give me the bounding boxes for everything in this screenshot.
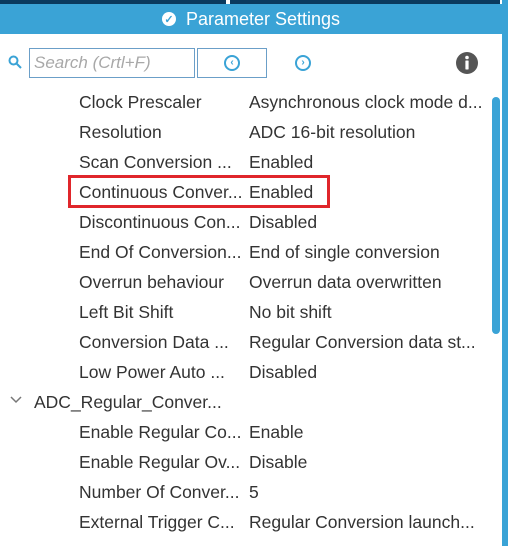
parameter-row[interactable]: External Trigger C... Regular Conversion… <box>0 507 490 537</box>
check-circle-icon: ✓ <box>161 12 176 26</box>
parameter-row[interactable]: Left Bit Shift No bit shift <box>0 297 490 327</box>
parameter-name: Enable Regular Co... <box>79 422 242 442</box>
parameter-value[interactable]: Enabled <box>249 182 489 203</box>
parameter-value[interactable]: End of single conversion <box>249 242 489 263</box>
parameter-row[interactable]: Discontinuous Con... Disabled <box>0 207 490 237</box>
parameter-name: Number Of Conver... <box>79 482 240 502</box>
parameter-name: Scan Conversion ... <box>79 152 232 172</box>
parameter-row[interactable]: Overrun behaviour Overrun data overwritt… <box>0 267 490 297</box>
parameter-name: Clock Prescaler <box>79 92 202 112</box>
parameter-settings-tab[interactable]: ✓ Parameter Settings <box>0 4 502 34</box>
parameter-row[interactable]: Scan Conversion ... Enabled <box>0 147 490 177</box>
parameter-value[interactable]: Regular Conversion data st... <box>249 332 489 353</box>
parameter-name: Left Bit Shift <box>79 302 174 322</box>
parameter-name: Continuous Conver... <box>79 182 243 202</box>
parameter-name: External Trigger C... <box>79 512 235 532</box>
parameter-row[interactable]: Enable Regular Co... Enable <box>0 417 490 447</box>
group-name: ADC_Regular_Conver... <box>34 392 222 412</box>
next-match-button[interactable]: › <box>293 53 313 73</box>
parameter-value[interactable]: Disabled <box>249 212 489 233</box>
parameter-value[interactable]: Enabled <box>249 152 489 173</box>
parameter-value[interactable]: Regular Conversion launch... <box>249 512 489 533</box>
parameter-value[interactable]: ADC 16-bit resolution <box>249 122 489 143</box>
panel-edge <box>502 0 508 546</box>
group-header-adc-regular-conversion[interactable]: ADC_Regular_Conver... <box>0 387 490 417</box>
parameter-value[interactable]: No bit shift <box>249 302 489 323</box>
parameter-name: Resolution <box>79 122 162 142</box>
parameter-value[interactable]: 5 <box>249 482 489 503</box>
tab-title: Parameter Settings <box>185 8 341 29</box>
parameter-row[interactable]: Conversion Data ... Regular Conversion d… <box>0 327 490 357</box>
scrollbar-thumb[interactable] <box>492 97 500 334</box>
previous-match-button[interactable]: ‹ <box>197 48 267 78</box>
search-input[interactable] <box>29 48 195 78</box>
parameter-name: End Of Conversion... <box>79 242 242 262</box>
parameter-value[interactable]: Asynchronous clock mode d... <box>249 92 489 113</box>
parameter-row[interactable]: End Of Conversion... End of single conve… <box>0 237 490 267</box>
toolbar: ‹ › <box>0 44 508 84</box>
parameter-value[interactable]: Disable <box>249 452 489 473</box>
parameter-row[interactable]: Clock Prescaler Asynchronous clock mode … <box>0 87 490 117</box>
circle-arrow-left-icon: ‹ <box>224 55 240 71</box>
parameter-list: Clock Prescaler Asynchronous clock mode … <box>0 87 490 537</box>
parameter-name: Discontinuous Con... <box>79 212 241 232</box>
parameter-row[interactable]: Low Power Auto ... Disabled <box>0 357 490 387</box>
parameter-name: Enable Regular Ov... <box>79 452 241 472</box>
parameter-value[interactable]: Enable <box>249 422 489 443</box>
parameter-row[interactable]: Resolution ADC 16-bit resolution <box>0 117 490 147</box>
parameter-row[interactable]: Enable Regular Ov... Disable <box>0 447 490 477</box>
parameter-value[interactable]: Overrun data overwritten <box>249 272 489 293</box>
parameter-row-continuous-conversion[interactable]: Continuous Conver... Enabled <box>0 177 490 207</box>
info-icon[interactable] <box>455 51 479 75</box>
parameter-name: Conversion Data ... <box>79 332 229 352</box>
parameter-name: Overrun behaviour <box>79 272 224 292</box>
search-icon <box>8 55 22 69</box>
parameter-value[interactable]: Disabled <box>249 362 489 383</box>
chevron-down-icon[interactable] <box>9 395 23 405</box>
parameter-row[interactable]: Number Of Conver... 5 <box>0 477 490 507</box>
circle-arrow-right-icon: › <box>295 55 311 71</box>
parameter-name: Low Power Auto ... <box>79 362 225 382</box>
